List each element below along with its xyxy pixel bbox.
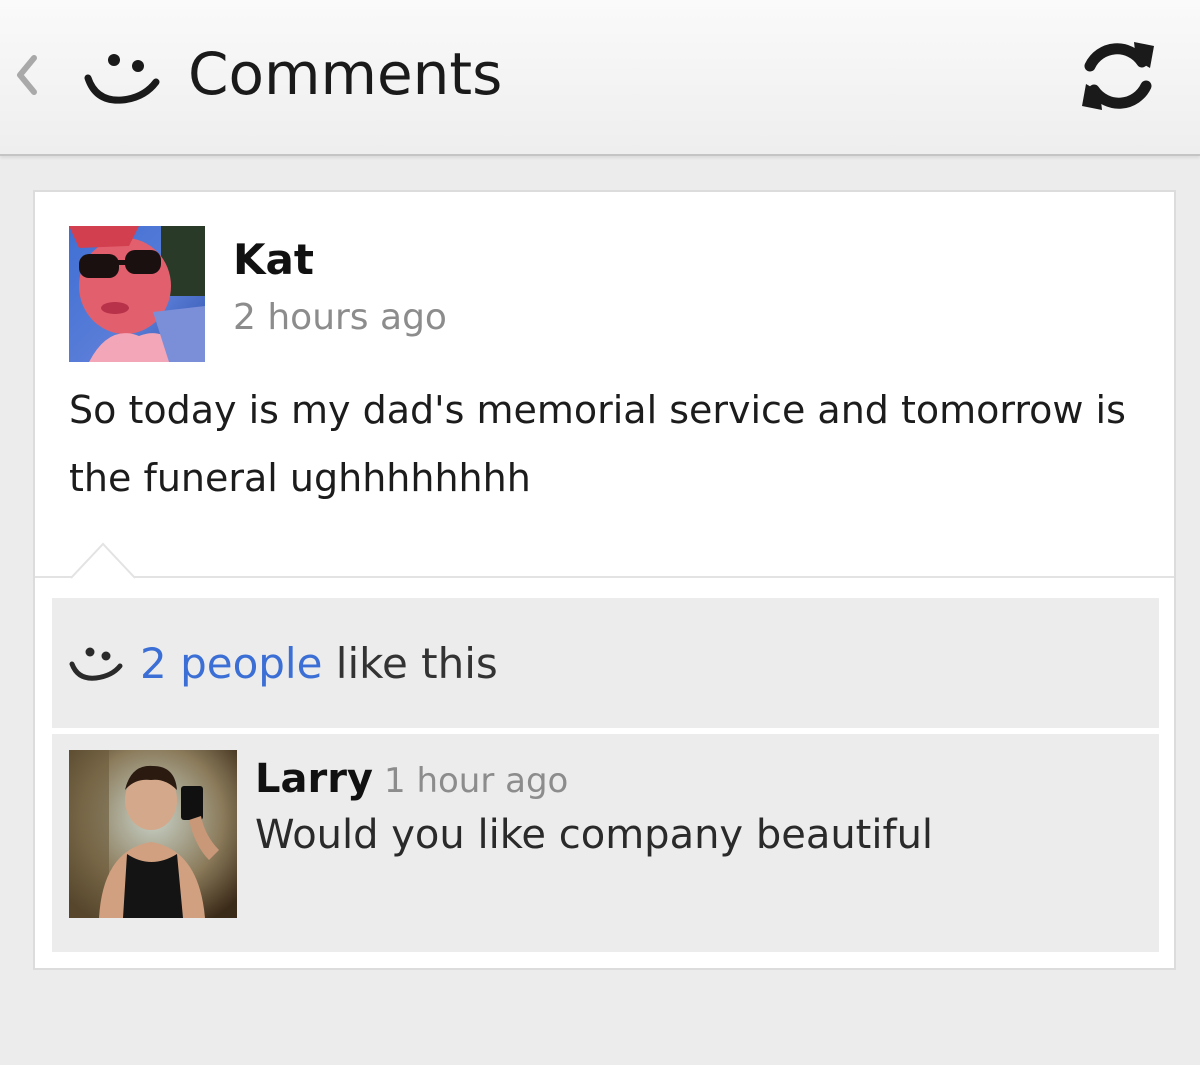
divider <box>35 576 1174 578</box>
likes-suffix: like this <box>322 639 498 688</box>
refresh-icon[interactable] <box>1076 36 1160 116</box>
post-card: Kat 2 hours ago So today is my dad's mem… <box>33 190 1176 970</box>
post-timestamp: 2 hours ago <box>233 297 447 338</box>
smiley-icon <box>69 647 123 681</box>
likes-summary: 2 people like this <box>140 636 498 692</box>
likes-row: 2 people like this <box>52 598 1159 728</box>
comment-author-name[interactable]: Larry <box>255 752 373 806</box>
avatar[interactable] <box>69 750 237 918</box>
smiley-icon <box>84 54 160 104</box>
avatar[interactable] <box>69 226 205 362</box>
pointer-notch <box>71 542 135 579</box>
larry-profile-photo <box>69 750 237 918</box>
post-body-text: So today is my dad's memorial service an… <box>69 388 1126 500</box>
kat-profile-photo <box>69 226 205 362</box>
page-title: Comments <box>188 40 503 108</box>
top-bar: Comments <box>0 0 1200 156</box>
likes-count-link[interactable]: 2 people <box>140 639 322 688</box>
post-author-name[interactable]: Kat <box>233 232 314 288</box>
comment-timestamp: 1 hour ago <box>384 761 569 801</box>
comment-item: Larry 1 hour ago Would you like company … <box>52 734 1159 952</box>
comment-text: Would you like company beautiful <box>255 812 934 858</box>
chevron-left-icon[interactable] <box>8 48 44 102</box>
